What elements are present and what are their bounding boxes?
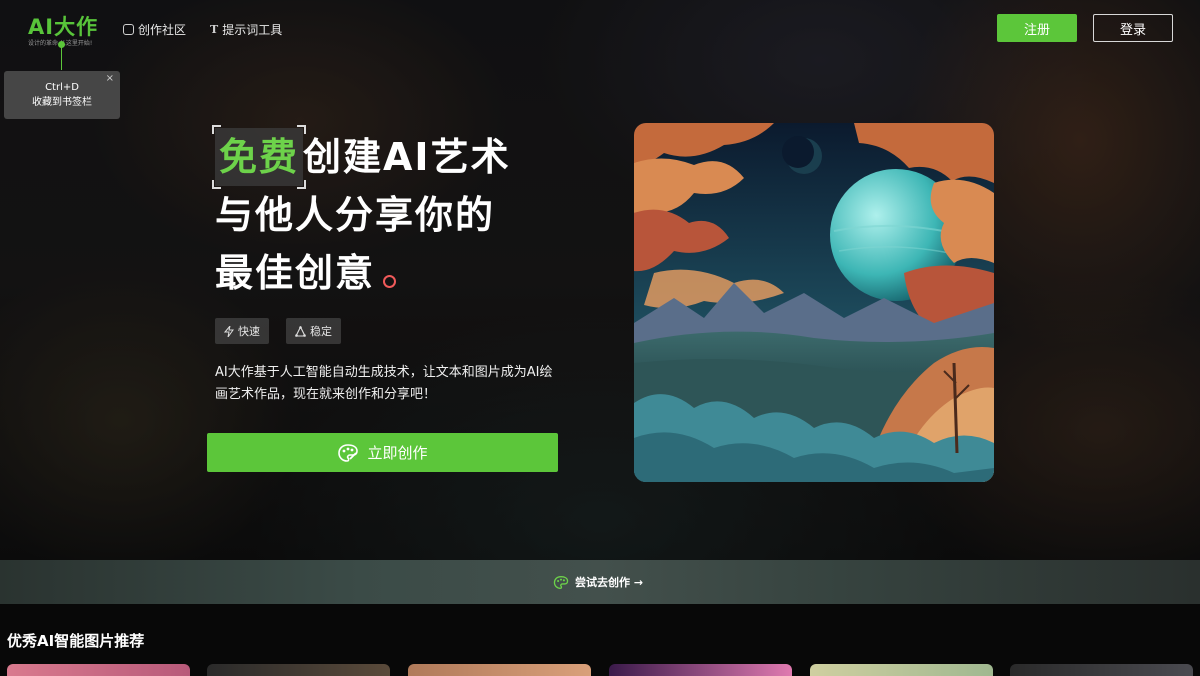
palette-brush-icon — [553, 575, 569, 589]
bookmark-tooltip: × Ctrl+D 收藏到书签栏 — [4, 71, 120, 119]
lightning-icon — [224, 325, 234, 337]
bookmark-text: 收藏到书签栏 — [32, 97, 92, 108]
community-icon — [123, 24, 134, 35]
hero-background — [0, 0, 1200, 560]
headline-highlight: 免费 — [212, 125, 307, 189]
tag-stable: 稳定 — [286, 318, 341, 344]
hero-headline: 免费 创建AI艺术 与他人分享你的 最佳创意 — [212, 125, 511, 302]
recommend-thumbnail[interactable] — [810, 664, 993, 676]
tag-fast-label: 快速 — [238, 325, 260, 338]
tooltip-close-icon[interactable]: × — [106, 73, 114, 84]
recommend-section-title: 优秀AI智能图片推荐 — [7, 632, 145, 650]
try-create-link[interactable]: 尝试去创作 → — [553, 574, 643, 590]
triangle-nodes-icon — [295, 325, 306, 337]
recommend-thumbnail[interactable] — [7, 664, 190, 676]
bracket-corner-icon — [212, 180, 221, 189]
headline-line3: 最佳创意 — [215, 251, 376, 295]
nav-prompt-tool[interactable]: T 提示词工具 — [210, 21, 282, 38]
tooltip-pointer-dot — [58, 41, 65, 48]
ring-dot-icon — [383, 275, 397, 288]
bracket-corner-icon — [212, 125, 221, 134]
nav-community-label: 创作社区 — [138, 23, 187, 37]
nav-prompt-tool-label: 提示词工具 — [222, 23, 283, 37]
create-now-button[interactable]: 立即创作 — [207, 433, 558, 472]
top-header: AI大作 设计的革命 从这里开始! 创作社区 T 提示词工具 注册 登录 — [0, 0, 1200, 58]
bookmark-shortcut: Ctrl+D — [45, 82, 79, 93]
try-create-label: 尝试去创作 → — [575, 576, 644, 589]
hero-description: AI大作基于人工智能自动生成技术，让文本和图片成为AI绘画艺术作品，现在就来创作… — [215, 365, 553, 402]
nav-community[interactable]: 创作社区 — [123, 21, 186, 38]
headline-highlight-text: 免费 — [219, 135, 300, 179]
recommend-thumbnail[interactable] — [1010, 664, 1193, 676]
recommend-thumbnail[interactable] — [408, 664, 591, 676]
register-button[interactable]: 注册 — [997, 14, 1077, 42]
headline-line1: 创建AI艺术 — [303, 135, 511, 179]
tag-fast: 快速 — [215, 318, 269, 344]
recommend-thumbnail[interactable] — [609, 664, 792, 676]
logo-title: AI大作 — [28, 15, 99, 39]
hero-artwork-image — [634, 123, 994, 482]
create-now-label: 立即创作 — [367, 444, 428, 462]
tag-stable-label: 稳定 — [310, 325, 332, 338]
login-button[interactable]: 登录 — [1093, 14, 1173, 42]
prompt-tool-icon: T — [210, 23, 219, 36]
palette-brush-icon — [338, 443, 359, 462]
bracket-corner-icon — [297, 180, 307, 189]
recommend-thumbnail[interactable] — [207, 664, 390, 676]
headline-line2: 与他人分享你的 — [215, 193, 496, 237]
bracket-corner-icon — [297, 125, 307, 134]
fantasy-landscape-illustration — [634, 123, 994, 482]
